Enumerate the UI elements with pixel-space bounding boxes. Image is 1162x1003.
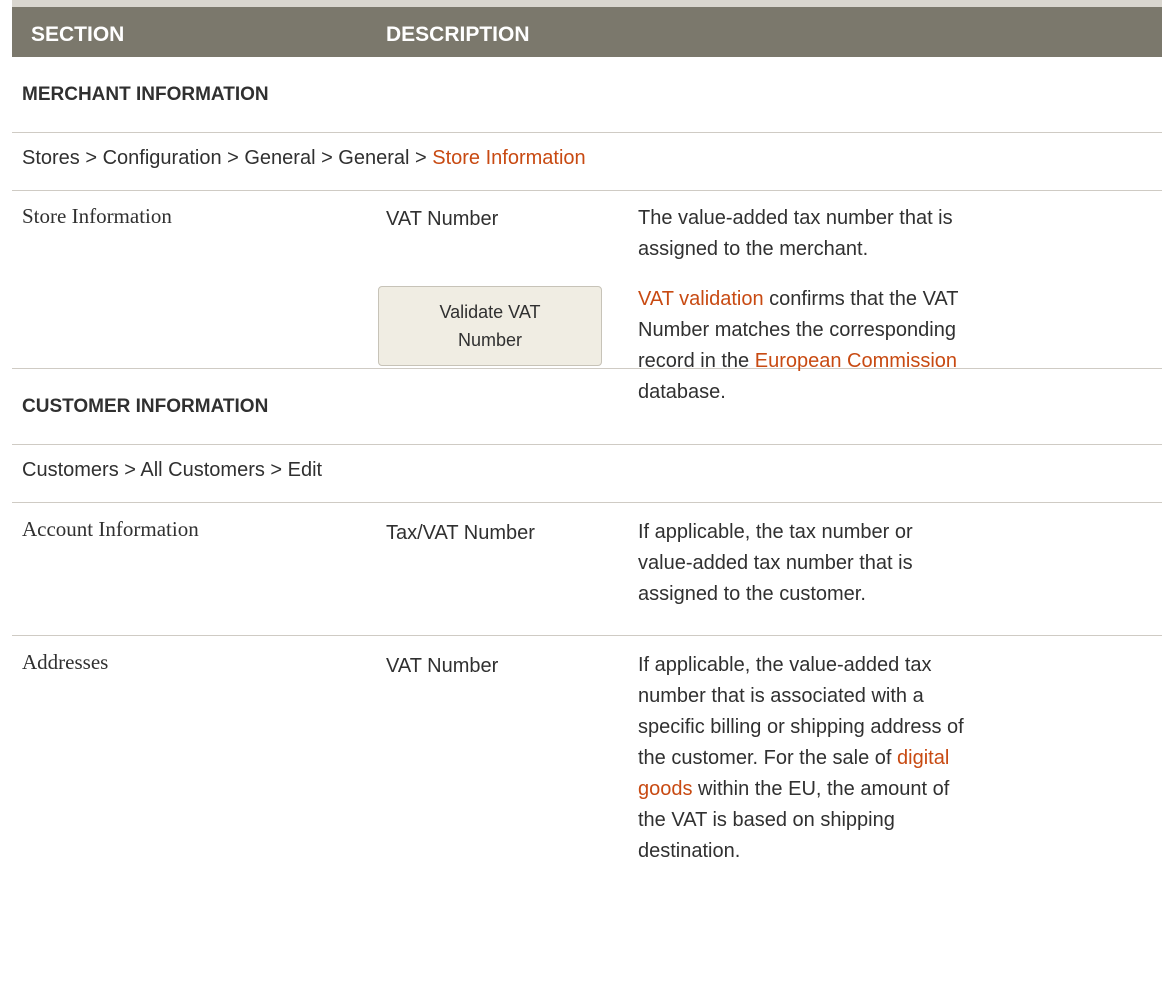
section-name: Account Information <box>22 517 199 541</box>
section-name: Store Information <box>22 204 172 228</box>
store-information-row: Store Information VAT Number The value-a… <box>12 191 1162 403</box>
header-description: DESCRIPTION <box>386 23 530 46</box>
validate-vat-button-label: Validate VAT Number <box>439 302 541 350</box>
addresses-row: Addresses VAT Number If applicable, the … <box>12 636 1162 876</box>
field-description: The value-added tax number that is assig… <box>638 207 953 260</box>
customer-section-title: CUSTOMER INFORMATION <box>12 369 1162 445</box>
field-description: If applicable, the tax number or value-a… <box>638 521 913 605</box>
merchant-section-title: MERCHANT INFORMATION <box>12 57 1162 133</box>
breadcrumb-path: Stores > Configuration > General > Gener… <box>22 147 433 169</box>
account-information-row: Account Information Tax/VAT Number If ap… <box>12 503 1162 636</box>
field-label: VAT Number <box>386 655 499 677</box>
section-name: Addresses <box>22 650 109 674</box>
vat-validation-link[interactable]: VAT validation <box>638 288 764 310</box>
header-section: SECTION <box>31 23 125 46</box>
vat-validation-description: VAT validation confirms that the VAT Num… <box>638 288 959 403</box>
customer-breadcrumb: Customers > All Customers > Edit <box>12 445 1162 503</box>
field-label: Tax/VAT Number <box>386 522 535 544</box>
table-header: SECTION DESCRIPTION <box>12 0 1162 57</box>
field-description: If applicable, the value-added tax numbe… <box>638 654 964 862</box>
vat-settings-table: SECTION DESCRIPTION MERCHANT INFORMATION… <box>12 0 1162 876</box>
merchant-breadcrumb: Stores > Configuration > General > Gener… <box>12 133 1162 191</box>
field-label: VAT Number <box>386 208 499 230</box>
validate-vat-button[interactable]: Validate VAT Number <box>378 286 602 366</box>
store-information-link[interactable]: Store Information <box>432 147 585 169</box>
european-commission-link[interactable]: European Commission <box>755 350 957 372</box>
